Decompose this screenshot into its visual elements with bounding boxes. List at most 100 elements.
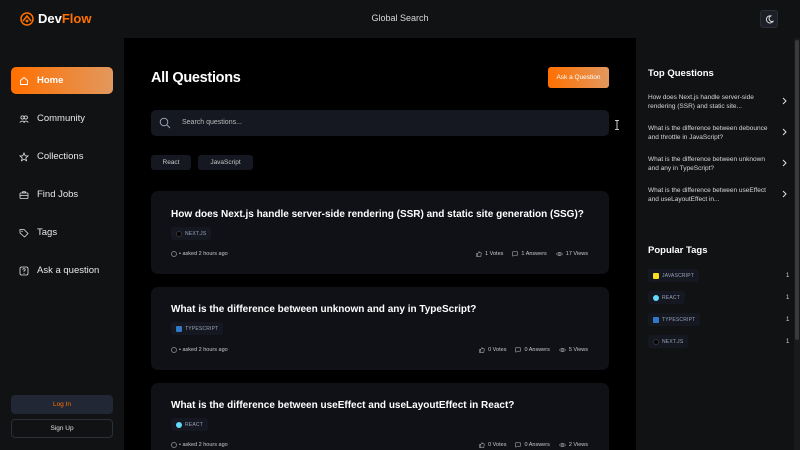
popular-tag-count: 1 xyxy=(786,273,790,279)
star-icon xyxy=(19,151,29,162)
answers-stat: 0 Answers xyxy=(515,442,550,448)
logo-suffix: Flow xyxy=(61,11,92,26)
popular-tag-label: REACT xyxy=(662,294,680,301)
sidebar-item-label: Find Jobs xyxy=(37,189,79,200)
question-icon xyxy=(19,266,29,276)
tag-icon xyxy=(19,228,29,238)
avatar[interactable] xyxy=(171,442,177,448)
main-content: All Questions Ask a Question Search ques… xyxy=(124,38,636,450)
top-bar: DevFlow Global Search xyxy=(0,0,800,38)
logo-text: DevFlow xyxy=(38,11,91,26)
signup-button[interactable]: Sign Up xyxy=(11,419,113,438)
text-cursor-icon xyxy=(615,120,619,130)
login-button[interactable]: Log In xyxy=(11,395,113,414)
question-title[interactable]: How does Next.js handle server-side rend… xyxy=(171,209,584,220)
answers-count: 1 Answers xyxy=(521,251,547,257)
search-icon xyxy=(159,117,171,129)
question-card[interactable]: What is the difference between useEffect… xyxy=(151,383,609,450)
thumbs-up-icon xyxy=(476,251,482,257)
sidebar-item-label: Ask a question xyxy=(37,265,100,276)
message-icon xyxy=(515,442,522,448)
react-icon xyxy=(176,421,182,428)
views-stat: 2 Views xyxy=(558,442,588,448)
sidebar-item-home[interactable]: Home xyxy=(11,67,113,94)
popular-tag[interactable]: REACT xyxy=(648,291,685,304)
question-tag-label: TYPESCRIPT xyxy=(185,325,219,332)
asked-time: • asked 2 hours ago xyxy=(179,442,228,448)
avatar[interactable] xyxy=(171,347,177,353)
answers-stat: 0 Answers xyxy=(515,347,550,353)
sidebar-item-community[interactable]: Community xyxy=(11,105,113,132)
question-stats: 0 Votes 0 Answers 5 Views xyxy=(479,347,588,353)
ask-question-button[interactable]: Ask a Question xyxy=(548,67,609,88)
message-icon xyxy=(512,251,519,257)
popular-tag-label: JAVASCRIPT xyxy=(662,272,695,279)
typescript-icon xyxy=(176,325,182,332)
popular-tag-count: 1 xyxy=(786,317,790,323)
asked-time: • asked 2 hours ago xyxy=(179,251,228,257)
users-icon xyxy=(19,114,29,124)
votes-stat: 1 Votes xyxy=(476,251,503,257)
nextjs-icon xyxy=(653,338,659,345)
eye-icon xyxy=(555,252,563,256)
question-meta: • asked 2 hours ago xyxy=(171,347,228,353)
avatar[interactable] xyxy=(171,251,177,257)
votes-stat: 0 Votes xyxy=(479,442,506,448)
eye-icon xyxy=(558,348,566,352)
answers-stat: 1 Answers xyxy=(512,251,547,257)
sidebar-item-collections[interactable]: Collections xyxy=(11,143,113,170)
answers-count: 0 Answers xyxy=(524,347,550,353)
nextjs-icon xyxy=(176,230,182,237)
left-sidebar: Home Community Collections Find Jobs Tag… xyxy=(0,38,124,450)
popular-tag-label: TYPESCRIPT xyxy=(662,316,696,323)
sidebar-item-label: Community xyxy=(37,113,86,124)
eye-icon xyxy=(558,443,566,447)
popular-tag[interactable]: TYPESCRIPT xyxy=(648,313,701,326)
question-title[interactable]: What is the difference between unknown a… xyxy=(171,304,476,315)
top-question-item[interactable]: What is the difference between debounce … xyxy=(648,124,772,142)
thumbs-up-icon xyxy=(479,347,485,353)
answers-count: 0 Answers xyxy=(524,442,550,448)
theme-toggle-button[interactable] xyxy=(760,10,778,28)
logo[interactable]: DevFlow xyxy=(20,11,91,26)
question-tag[interactable]: REACT xyxy=(171,418,208,431)
popular-tag-label: NEXT.JS xyxy=(662,338,684,345)
chevron-right-icon[interactable] xyxy=(782,159,787,167)
sidebar-item-label: Collections xyxy=(37,151,84,162)
global-search[interactable]: Global Search xyxy=(350,13,450,23)
typescript-icon xyxy=(653,316,659,323)
chevron-right-icon[interactable] xyxy=(782,128,787,136)
top-question-item[interactable]: What is the difference between unknown a… xyxy=(648,155,772,173)
popular-tag-count: 1 xyxy=(786,339,790,345)
question-tag[interactable]: NEXT.JS xyxy=(171,227,212,240)
popular-tags-heading: Popular Tags xyxy=(648,245,708,256)
sidebar-item-find-jobs[interactable]: Find Jobs xyxy=(11,181,113,208)
question-stats: 0 Votes 0 Answers 2 Views xyxy=(479,442,588,448)
question-title[interactable]: What is the difference between useEffect… xyxy=(171,400,514,411)
search-input[interactable]: Search questions... xyxy=(151,110,619,136)
views-stat: 5 Views xyxy=(558,347,588,353)
question-meta: • asked 2 hours ago xyxy=(171,442,228,448)
asked-time: • asked 2 hours ago xyxy=(179,347,228,353)
question-card[interactable]: What is the difference between unknown a… xyxy=(151,287,609,370)
top-question-item[interactable]: What is the difference between useEffect… xyxy=(648,186,772,204)
top-questions-heading: Top Questions xyxy=(648,68,714,79)
filter-javascript[interactable]: JavaScript xyxy=(198,155,253,170)
question-card[interactable]: How does Next.js handle server-side rend… xyxy=(151,191,609,274)
chevron-right-icon[interactable] xyxy=(782,97,787,105)
filter-react[interactable]: React xyxy=(151,155,191,170)
right-sidebar: Top Questions How does Next.js handle se… xyxy=(636,38,800,450)
sidebar-item-ask-question[interactable]: Ask a question xyxy=(11,257,113,284)
sidebar-item-tags[interactable]: Tags xyxy=(11,219,113,246)
popular-tag[interactable]: NEXT.JS xyxy=(648,335,689,348)
scrollbar-thumb[interactable] xyxy=(795,40,799,340)
question-tag[interactable]: TYPESCRIPT xyxy=(171,322,224,335)
briefcase-icon xyxy=(19,190,29,200)
popular-tag[interactable]: JAVASCRIPT xyxy=(648,269,700,282)
chevron-right-icon[interactable] xyxy=(782,190,787,198)
question-tag-label: NEXT.JS xyxy=(185,230,207,237)
moon-icon xyxy=(765,14,774,23)
top-question-item[interactable]: How does Next.js handle server-side rend… xyxy=(648,93,772,111)
popular-tag-count: 1 xyxy=(786,295,790,301)
question-stats: 1 Votes 1 Answers 17 Views xyxy=(476,251,588,257)
